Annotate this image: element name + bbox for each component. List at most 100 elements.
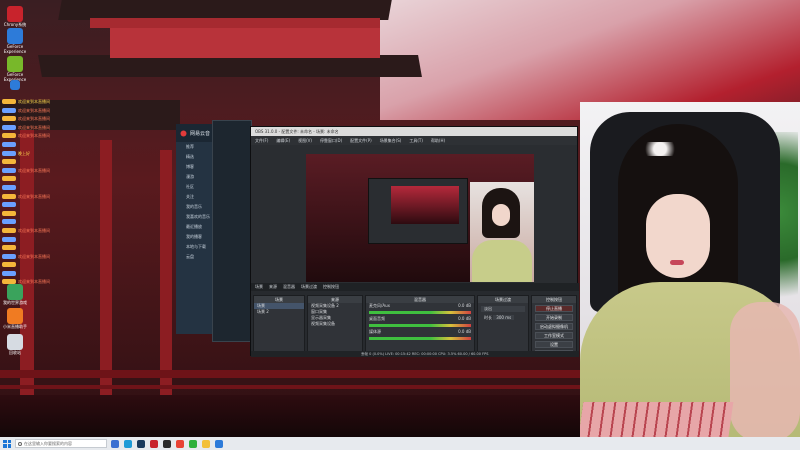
edge-icon[interactable]	[124, 439, 132, 448]
music-nav-item[interactable]: 云盘	[176, 252, 216, 262]
chat-line	[2, 244, 102, 251]
controls-dock[interactable]: 控制按钮 停止直播开始录制启动虚拟摄像机工作室模式设置退出	[531, 295, 577, 357]
sources-dock[interactable]: 来源 视频采集设备 2 窗口采集 显示器采集 视频采集设备	[307, 295, 363, 353]
taskbar-apps	[111, 439, 223, 448]
mixer-channel-name: 媒体源	[369, 329, 381, 334]
streamer-face	[646, 194, 710, 278]
pagoda-beam-2	[110, 28, 380, 58]
music-title: 网易云音	[190, 130, 211, 137]
desktop-icon-recycle-bin[interactable]: 回收站	[2, 334, 28, 355]
music-nav-item[interactable]: 推荐	[176, 142, 216, 152]
mixer-channel-name: 麦克风/Aux	[369, 303, 390, 308]
obs-menu-item[interactable]: 视图(V)	[298, 138, 312, 144]
user-badge	[2, 141, 16, 147]
source-item[interactable]: 视频采集设备	[308, 321, 362, 327]
preview-face	[492, 204, 510, 226]
dock-tab[interactable]: 控制按钮	[323, 284, 339, 290]
volume-meter[interactable]	[369, 311, 471, 314]
dock-tab[interactable]: 场景过渡	[301, 284, 317, 290]
obs-menu-item[interactable]: 编辑(E)	[276, 138, 290, 144]
desktop-icon-minecraft[interactable]: 我的世界游戏	[2, 284, 28, 305]
user-badge	[2, 107, 16, 113]
music-nav-item[interactable]: 我的播客	[176, 232, 216, 242]
wechat-icon[interactable]	[189, 439, 197, 448]
app-icon	[7, 6, 23, 22]
music-nav-item[interactable]: 我的音乐	[176, 202, 216, 212]
mixer-dock[interactable]: 混音器 麦克风/Aux 0.0 dB 桌面音频 0.0 dB 媒体源 0.0 dB	[365, 295, 475, 353]
mixer-db: 0.0 dB	[458, 303, 471, 308]
control-button[interactable]: 停止直播	[535, 305, 573, 312]
user-badge	[2, 202, 16, 208]
music-nav-item[interactable]: 关注	[176, 192, 216, 202]
obs-icon[interactable]	[163, 439, 171, 448]
mixer-channel-name: 桌面音频	[369, 316, 385, 321]
scene-item[interactable]: 场景 2	[254, 309, 304, 315]
user-badge	[2, 116, 16, 122]
task-view-icon[interactable]	[111, 439, 119, 448]
store-icon[interactable]	[215, 439, 223, 448]
user-badge	[2, 236, 16, 242]
windows-start-icon[interactable]	[3, 439, 11, 448]
chat-line	[2, 236, 102, 243]
transition-type[interactable]: 淡出	[481, 306, 525, 312]
control-button[interactable]: 启动虚拟摄像机	[535, 323, 573, 330]
mixer-channel: 麦克风/Aux 0.0 dB	[366, 303, 474, 309]
music-nav-item[interactable]: 本地与下载	[176, 242, 216, 252]
obs-preview[interactable]	[306, 154, 534, 282]
chrome-icon[interactable]	[176, 439, 184, 448]
background-app-window[interactable]	[212, 120, 252, 342]
mixer-db: 0.0 dB	[458, 329, 471, 334]
chat-line	[2, 270, 102, 277]
music-nav-item[interactable]: 最近播放	[176, 222, 216, 232]
netease-music-window[interactable]: 网易云音 推荐 精选 博客 漫游 社区 关注 我的音乐 我喜欢的音乐 最近播放 我的播客 本地与下载…	[176, 124, 216, 334]
desktop-icon-label: 小米直播助手	[3, 324, 27, 329]
dock-tab[interactable]: 混音器	[283, 284, 295, 290]
duration-value[interactable]: 300 ms	[493, 315, 515, 320]
recycle-bin-icon	[7, 334, 23, 350]
control-button[interactable]: 工作室模式	[535, 332, 573, 339]
dock-tab[interactable]: 场景	[255, 284, 263, 290]
pagoda-roof-2	[38, 55, 422, 77]
files-icon[interactable]	[202, 439, 210, 448]
obs-menu-item[interactable]: 配置文件(P)	[350, 138, 372, 144]
music-nav-item[interactable]: 社区	[176, 182, 216, 192]
desktop-icon-geforce-2[interactable]: GeForce Experience	[2, 56, 28, 82]
desktop-icon-unnamed[interactable]	[2, 80, 28, 90]
user-badge	[2, 167, 16, 173]
transitions-dock[interactable]: 场景过渡 淡出 时长 300 ms	[477, 295, 529, 353]
music-nav: 推荐 精选 博客 漫游 社区 关注 我的音乐 我喜欢的音乐 最近播放 我的播客 本地与下载 云盘	[176, 142, 216, 262]
steam-icon[interactable]	[137, 439, 145, 448]
music-nav-item[interactable]: 精选	[176, 152, 216, 162]
obs-titlebar[interactable]: OBS 31.0.0 - 配置文件: 未命名 - 场景: 未命名	[251, 127, 577, 136]
obs-window[interactable]: OBS 31.0.0 - 配置文件: 未命名 - 场景: 未命名 文件(F) 编辑…	[250, 126, 579, 357]
obs-menu-item[interactable]: 文件(F)	[255, 138, 268, 144]
music-nav-item[interactable]: 我喜欢的音乐	[176, 212, 216, 222]
dock-tab[interactable]: 来源	[269, 284, 277, 290]
netease-logo-icon	[180, 130, 187, 136]
user-badge	[2, 99, 16, 104]
obs-menu-item[interactable]: 场景集合(S)	[380, 138, 402, 144]
chat-line: 欢迎来到本直播间	[2, 167, 102, 174]
user-badge	[2, 270, 16, 276]
preview-webcam	[470, 182, 534, 282]
transition-duration[interactable]: 时长 300 ms	[481, 315, 525, 321]
desktop-icon-label: GeForce Experience	[3, 44, 27, 54]
control-button[interactable]: 开始录制	[535, 314, 573, 321]
obs-menu-item[interactable]: 帮助(H)	[431, 138, 445, 144]
desktop-icon-geforce[interactable]: GeForce Experience	[2, 28, 28, 54]
obs-title: OBS 31.0.0 - 配置文件: 未命名 - 场景: 未命名	[255, 128, 339, 134]
user-badge	[2, 193, 16, 199]
desktop-icon-mi-live[interactable]: 小米直播助手	[2, 308, 28, 329]
volume-meter[interactable]	[369, 337, 471, 340]
scenes-dock[interactable]: 场景 场景 场景 2	[253, 295, 305, 353]
music-nav-item[interactable]: 博客	[176, 162, 216, 172]
control-button[interactable]: 设置	[535, 341, 573, 348]
obs-menu-item[interactable]: 停靠窗口(D)	[320, 138, 342, 144]
taskbar-search[interactable]: 在这里输入你要搜索的内容	[15, 439, 107, 448]
mixer-channel: 媒体源 0.0 dB	[366, 329, 474, 335]
desktop-icon-chrony[interactable]: Chrony系统	[2, 6, 28, 27]
volume-meter[interactable]	[369, 324, 471, 327]
obs-menu-item[interactable]: 工具(T)	[409, 138, 423, 144]
music-nav-item[interactable]: 漫游	[176, 172, 216, 182]
netease-music-icon[interactable]	[150, 439, 158, 448]
